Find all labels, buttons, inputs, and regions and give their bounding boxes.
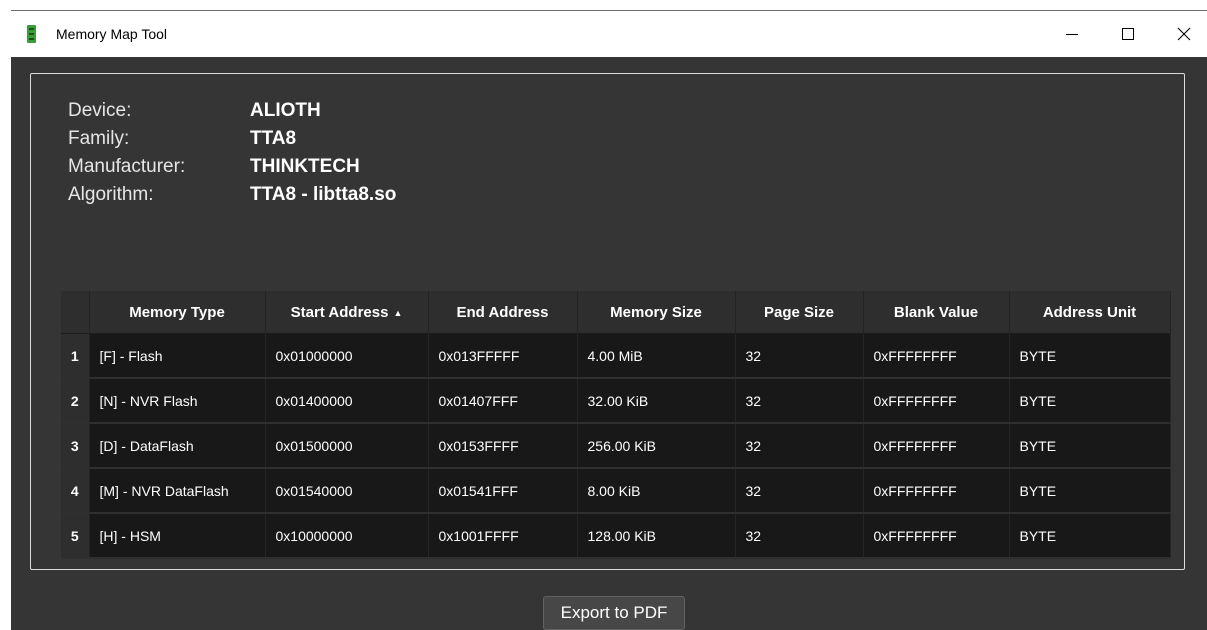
algorithm-value: TTA8 - libtta8.so (250, 184, 397, 205)
cell-start-address[interactable]: 0x01000000 (265, 333, 429, 379)
cell-start-address[interactable]: 0x01540000 (265, 468, 429, 514)
table-row[interactable]: 3 [D] - DataFlash 0x01500000 0x0153FFFF … (61, 423, 1171, 469)
column-header-address-unit[interactable]: Address Unit (1009, 291, 1171, 334)
memory-chip-icon (27, 25, 36, 43)
sort-ascending-icon: ▲ (393, 307, 403, 318)
manufacturer-label: Manufacturer: (68, 156, 186, 177)
maximize-button[interactable] (1105, 11, 1151, 57)
row-number: 3 (61, 423, 90, 469)
cell-address-unit[interactable]: BYTE (1009, 513, 1171, 559)
cell-memory-size[interactable]: 32.00 KiB (577, 378, 736, 424)
cell-page-size[interactable]: 32 (735, 423, 864, 469)
column-header-memory-size[interactable]: Memory Size (577, 291, 736, 334)
column-header-blank-value[interactable]: Blank Value (863, 291, 1010, 334)
minimize-icon (1066, 34, 1078, 35)
cell-address-unit[interactable]: BYTE (1009, 468, 1171, 514)
cell-memory-type[interactable]: [N] - NVR Flash (89, 378, 266, 424)
cell-memory-type[interactable]: [H] - HSM (89, 513, 266, 559)
table-row[interactable]: 2 [N] - NVR Flash 0x01400000 0x01407FFF … (61, 378, 1171, 424)
cell-end-address[interactable]: 0x0153FFFF (428, 423, 578, 469)
manufacturer-value: THINKTECH (250, 156, 360, 177)
cell-blank-value[interactable]: 0xFFFFFFFF (863, 423, 1010, 469)
cell-address-unit[interactable]: BYTE (1009, 333, 1171, 379)
cell-memory-type[interactable]: [D] - DataFlash (89, 423, 266, 469)
cell-blank-value[interactable]: 0xFFFFFFFF (863, 513, 1010, 559)
row-number: 4 (61, 468, 90, 514)
table-header-row: Memory Type Start Address ▲ End Address M… (61, 291, 1171, 334)
close-icon (1177, 27, 1191, 41)
cell-address-unit[interactable]: BYTE (1009, 423, 1171, 469)
cell-page-size[interactable]: 32 (735, 378, 864, 424)
cell-blank-value[interactable]: 0xFFFFFFFF (863, 468, 1010, 514)
title-bar[interactable]: Memory Map Tool (11, 11, 1207, 57)
cell-blank-value[interactable]: 0xFFFFFFFF (863, 378, 1010, 424)
row-number: 2 (61, 378, 90, 424)
cell-start-address[interactable]: 0x01500000 (265, 423, 429, 469)
close-button[interactable] (1161, 11, 1207, 57)
table-row[interactable]: 5 [H] - HSM 0x10000000 0x1001FFFF 128.00… (61, 513, 1171, 559)
column-header-page-size[interactable]: Page Size (735, 291, 864, 334)
column-header-end-address[interactable]: End Address (428, 291, 578, 334)
client-area: Device: ALIOTH Family: TTA8 Manufacturer… (11, 57, 1207, 630)
row-number: 5 (61, 513, 90, 559)
cell-end-address[interactable]: 0x01541FFF (428, 468, 578, 514)
minimize-button[interactable] (1049, 11, 1095, 57)
cell-memory-type[interactable]: [F] - Flash (89, 333, 266, 379)
maximize-icon (1122, 28, 1134, 40)
table-row[interactable]: 4 [M] - NVR DataFlash 0x01540000 0x01541… (61, 468, 1171, 514)
family-label: Family: (68, 128, 130, 149)
algorithm-label: Algorithm: (68, 184, 154, 205)
device-label: Device: (68, 100, 132, 121)
cell-start-address[interactable]: 0x10000000 (265, 513, 429, 559)
cell-start-address[interactable]: 0x01400000 (265, 378, 429, 424)
export-to-pdf-button[interactable]: Export to PDF (543, 596, 685, 630)
row-number: 1 (61, 333, 90, 379)
cell-end-address[interactable]: 0x01407FFF (428, 378, 578, 424)
column-header-memory-type[interactable]: Memory Type (89, 291, 266, 334)
device-value: ALIOTH (250, 100, 321, 121)
cell-page-size[interactable]: 32 (735, 333, 864, 379)
cell-address-unit[interactable]: BYTE (1009, 378, 1171, 424)
cell-page-size[interactable]: 32 (735, 513, 864, 559)
cell-blank-value[interactable]: 0xFFFFFFFF (863, 333, 1010, 379)
cell-memory-size[interactable]: 256.00 KiB (577, 423, 736, 469)
memory-map-table[interactable]: Memory Type Start Address ▲ End Address M… (61, 291, 1171, 559)
window-title: Memory Map Tool (56, 26, 168, 42)
cell-memory-size[interactable]: 4.00 MiB (577, 333, 736, 379)
cell-page-size[interactable]: 32 (735, 468, 864, 514)
cell-memory-size[interactable]: 128.00 KiB (577, 513, 736, 559)
cell-end-address[interactable]: 0x1001FFFF (428, 513, 578, 559)
cell-memory-type[interactable]: [M] - NVR DataFlash (89, 468, 266, 514)
row-number-header (61, 291, 90, 334)
cell-memory-size[interactable]: 8.00 KiB (577, 468, 736, 514)
column-header-start-address[interactable]: Start Address ▲ (265, 291, 429, 334)
cell-end-address[interactable]: 0x013FFFFF (428, 333, 578, 379)
table-row[interactable]: 1 [F] - Flash 0x01000000 0x013FFFFF 4.00… (61, 333, 1171, 379)
family-value: TTA8 (250, 128, 297, 149)
app-window: Memory Map Tool Device: ALIOTH Family: T… (11, 11, 1207, 630)
